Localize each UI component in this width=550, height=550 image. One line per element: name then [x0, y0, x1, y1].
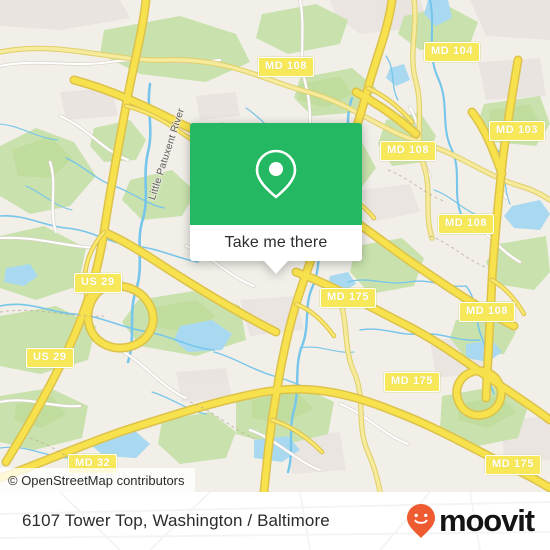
moovit-brand[interactable]: moovit	[406, 503, 535, 539]
map-attribution[interactable]: © OpenStreetMap contributors	[0, 468, 195, 492]
map-screenshot: MD 108 MD 104 MD 103 MD 108 MD 108 US 29 MD 17…	[0, 0, 550, 550]
take-me-there-callout[interactable]: Take me there	[190, 123, 362, 274]
road-shield-md-103: MD 103	[489, 121, 546, 141]
take-me-there-label: Take me there	[224, 234, 328, 251]
callout-pointer-tail	[264, 261, 288, 274]
road-shield-md-108-right: MD 108	[438, 214, 495, 234]
callout-icon-panel	[190, 123, 362, 225]
moovit-smiley-pin-icon	[406, 504, 435, 538]
moovit-wordmark: moovit	[438, 503, 535, 538]
road-shield-us-29-upper: US 29	[74, 273, 122, 293]
location-pin-icon	[255, 149, 297, 199]
road-shield-md-175-center: MD 175	[384, 372, 441, 392]
road-shield-md-108-lower: MD 108	[459, 302, 516, 322]
road-shield-md-175-left: MD 175	[320, 288, 377, 308]
road-shield-md-175-bottom: MD 175	[485, 455, 542, 475]
callout-action-bar[interactable]: Take me there	[190, 225, 362, 261]
road-shield-md-104: MD 104	[424, 42, 481, 62]
road-shield-md-108-mid: MD 108	[380, 141, 437, 161]
footer-bar: 6107 Tower Top, Washington / Baltimore m…	[0, 492, 550, 550]
footer-address-text: 6107 Tower Top, Washington / Baltimore	[22, 511, 330, 530]
road-shield-us-29-lower: US 29	[26, 348, 74, 368]
road-shield-md-108-top: MD 108	[258, 57, 315, 77]
